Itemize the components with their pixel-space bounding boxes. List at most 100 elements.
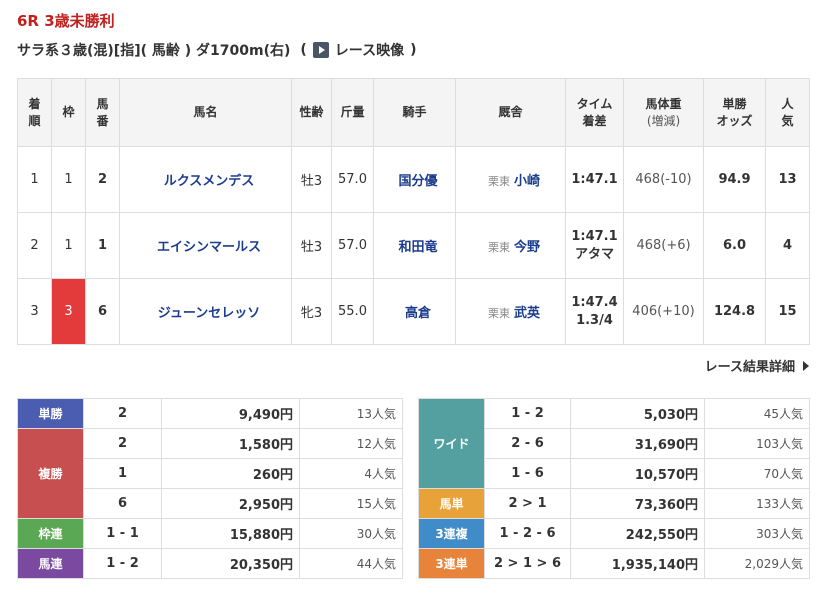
header-horse: 馬名 — [119, 78, 292, 147]
header-jockey: 騎手 — [373, 78, 456, 147]
table-row: 3 3 6 ジューンセレッソ 牝3 55.0 高倉 栗東 武英 1:47.4 1.3… — [17, 278, 810, 345]
results-table: 着順 枠 馬番 馬名 性齢 斤量 騎手 厩舎 タイム 着差 馬体重 (増減) 単勝オ… — [17, 78, 810, 345]
paren-close: ) — [410, 42, 417, 58]
header-uma: 馬番 — [85, 78, 120, 147]
sexage-cell: 牝3 — [291, 278, 332, 345]
payout-table-left: 単勝 2 9,490円 13人気 複勝 2 1,580円 12人気 1 260円… — [17, 398, 403, 579]
uma-cell: 6 — [85, 278, 120, 345]
payout-popularity: 133人気 — [704, 488, 810, 519]
bet-type-sanrentan: 3連単 — [418, 548, 485, 579]
header-waku: 枠 — [51, 78, 86, 147]
bet-type-umaren: 馬連 — [17, 548, 84, 579]
waku-cell: 3 — [51, 278, 86, 345]
payout-amount: 1,935,140円 — [570, 548, 705, 579]
payout-amount: 10,570円 — [570, 458, 705, 489]
kinryo-cell: 57.0 — [331, 212, 374, 279]
payout-popularity: 4人気 — [299, 458, 403, 489]
payout-amount: 9,490円 — [161, 398, 300, 429]
payout-combination: 1 - 1 — [83, 518, 162, 549]
trainer-cell: 栗東 小崎 — [455, 146, 566, 213]
payout-amount: 31,690円 — [570, 428, 705, 459]
trainer-link[interactable]: 今野 — [514, 240, 540, 255]
payout-combination: 6 — [83, 488, 162, 519]
payout-row-sanrenpuku: 3連複 1 - 2 - 6 242,550円 303人気 — [418, 518, 810, 549]
payout-popularity: 103人気 — [704, 428, 810, 459]
payout-combination: 1 - 2 — [484, 398, 571, 429]
payout-combination: 1 - 6 — [484, 458, 571, 489]
race-result-detail-link[interactable]: レース結果詳細 — [705, 356, 809, 375]
payout-combination: 1 - 2 — [83, 548, 162, 579]
uma-cell: 2 — [85, 146, 120, 213]
payout-amount: 242,550円 — [570, 518, 705, 549]
kinryo-cell: 57.0 — [331, 146, 374, 213]
race-video-label: レース映像 — [334, 43, 405, 59]
sexage-cell: 牡3 — [291, 212, 332, 279]
payout-row-fukusho: 複勝 2 1,580円 12人気 — [17, 428, 403, 519]
weight-cell: 468(-10) — [623, 146, 704, 213]
waku-cell: 1 — [51, 212, 86, 279]
header-trainer: 厩舎 — [455, 78, 566, 147]
trainer-area: 栗東 — [487, 307, 510, 320]
weight-cell: 406(+10) — [623, 278, 704, 345]
horse-link[interactable]: ジューンセレッソ — [158, 306, 260, 321]
trainer-link[interactable]: 小崎 — [514, 174, 540, 189]
header-kinryo: 斤量 — [331, 78, 374, 147]
time-cell: 1:47.4 1.3/4 — [565, 278, 624, 345]
popularity-cell: 4 — [765, 212, 810, 279]
paren-open: ( — [300, 42, 307, 58]
horse-cell: ジューンセレッソ — [119, 278, 292, 345]
time-cell: 1:47.1 アタマ — [565, 212, 624, 279]
bet-type-sanrenpuku: 3連複 — [418, 518, 485, 549]
trainer-cell: 栗東 今野 — [455, 212, 566, 279]
race-conditions-line: サラ系３歳(混)[指]( 馬齢 ) ダ1700m(右) ( レース映像 ) — [17, 40, 417, 60]
rank-cell: 3 — [17, 278, 52, 345]
payout-amount: 73,360円 — [570, 488, 705, 519]
results-header-row: 着順 枠 馬番 馬名 性齢 斤量 騎手 厩舎 タイム 着差 馬体重 (増減) 単勝オ… — [17, 78, 810, 147]
odds-cell: 6.0 — [703, 212, 766, 279]
trainer-area: 栗東 — [487, 175, 510, 188]
payout-popularity: 45人気 — [704, 398, 810, 429]
payout-combination: 2 - 6 — [484, 428, 571, 459]
odds-cell: 94.9 — [703, 146, 766, 213]
payout-combination: 2 > 1 — [484, 488, 571, 519]
race-video-link[interactable]: レース映像 — [312, 40, 405, 60]
jockey-link[interactable]: 和田竜 — [398, 240, 437, 255]
payout-amount: 260円 — [161, 458, 300, 489]
payout-amount: 5,030円 — [570, 398, 705, 429]
race-title: 6R 3歳未勝利 — [17, 12, 115, 30]
jockey-cell: 高倉 — [373, 278, 456, 345]
time-cell: 1:47.1 — [565, 146, 624, 213]
race-result-detail-label: レース結果詳細 — [704, 360, 795, 375]
payout-popularity: 13人気 — [299, 398, 403, 429]
payout-popularity: 2,029人気 — [704, 548, 810, 579]
odds-cell: 124.8 — [703, 278, 766, 345]
jockey-link[interactable]: 高倉 — [405, 306, 431, 321]
jockey-cell: 和田竜 — [373, 212, 456, 279]
payout-row-umaren: 馬連 1 - 2 20,350円 44人気 — [17, 548, 403, 579]
rank-cell: 1 — [17, 146, 52, 213]
jockey-cell: 国分優 — [373, 146, 456, 213]
payout-popularity: 30人気 — [299, 518, 403, 549]
jockey-link[interactable]: 国分優 — [398, 174, 437, 189]
payout-combination: 1 - 2 - 6 — [484, 518, 571, 549]
payout-row-umatan: 馬単 2 > 1 73,360円 133人気 — [418, 488, 810, 519]
header-popularity: 人気 — [765, 78, 810, 147]
trainer-link[interactable]: 武英 — [514, 306, 540, 321]
sexage-cell: 牡3 — [291, 146, 332, 213]
payout-combination: 1 — [83, 458, 162, 489]
header-sexage: 性齢 — [291, 78, 332, 147]
waku-cell: 1 — [51, 146, 86, 213]
bet-type-fukusho: 複勝 — [17, 428, 84, 519]
triangle-right-icon — [803, 360, 809, 371]
payout-combination: 2 > 1 > 6 — [484, 548, 571, 579]
weight-cell: 468(+6) — [623, 212, 704, 279]
horse-cell: エイシンマールス — [119, 212, 292, 279]
race-conditions: サラ系３歳(混)[指]( 馬齢 ) ダ1700m(右) — [17, 43, 291, 59]
payout-row-tansho: 単勝 2 9,490円 13人気 — [17, 398, 403, 429]
payout-combination: 2 — [83, 428, 162, 459]
header-rank: 着順 — [17, 78, 52, 147]
table-row: 2 1 1 エイシンマールス 牡3 57.0 和田竜 栗東 今野 1:47.1 アタ… — [17, 212, 810, 279]
payout-amount: 1,580円 — [161, 428, 300, 459]
horse-link[interactable]: ルクスメンデス — [164, 174, 255, 189]
horse-link[interactable]: エイシンマールス — [157, 240, 261, 255]
